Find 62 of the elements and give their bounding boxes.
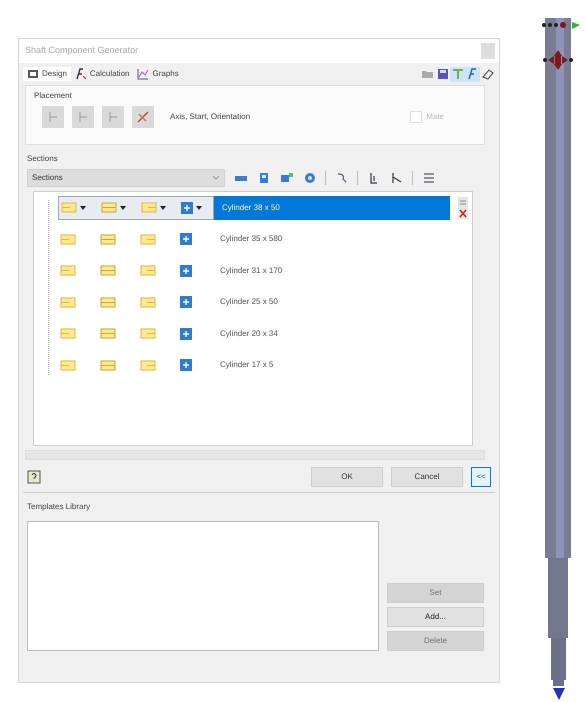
placement-summary: Axis, Start, Orientation bbox=[170, 111, 250, 123]
caret-icon[interactable] bbox=[196, 204, 202, 211]
orientation-button[interactable] bbox=[102, 106, 124, 128]
caret-icon[interactable] bbox=[80, 204, 86, 211]
section-frame-icon[interactable] bbox=[100, 358, 116, 372]
section-frame-icon[interactable] bbox=[60, 296, 76, 309]
flip-button[interactable] bbox=[132, 106, 154, 128]
section-frame-icon[interactable] bbox=[100, 327, 116, 340]
section-frame-icon[interactable] bbox=[140, 296, 156, 309]
list-icon[interactable] bbox=[421, 170, 436, 186]
shaft-drawing[interactable] bbox=[542, 18, 580, 700]
start-button[interactable] bbox=[72, 106, 94, 128]
plus-icon[interactable] bbox=[180, 328, 192, 340]
group-label: Templates Library bbox=[26, 501, 92, 513]
window-title: Shaft Component Generator bbox=[25, 44, 138, 58]
tab[interactable]: Design bbox=[23, 67, 71, 81]
dialog-button[interactable]: OK bbox=[311, 467, 383, 487]
caret-icon[interactable] bbox=[160, 204, 166, 211]
section-frame-icon[interactable] bbox=[140, 232, 156, 246]
section-frame-icon[interactable] bbox=[100, 232, 116, 246]
section-frame-icon[interactable] bbox=[140, 327, 156, 340]
plus-icon[interactable] bbox=[181, 202, 193, 214]
axis-button[interactable] bbox=[42, 106, 64, 128]
section-frame-icon[interactable] bbox=[100, 264, 116, 278]
dialog-button[interactable]: << bbox=[471, 467, 491, 487]
section-frame-icon[interactable] bbox=[60, 264, 76, 278]
group-label: Sections bbox=[26, 153, 59, 165]
section-frame-icon[interactable] bbox=[140, 264, 156, 278]
caret-icon[interactable] bbox=[120, 204, 126, 211]
section-frame-icon[interactable] bbox=[140, 358, 156, 372]
tab[interactable]: Calculation bbox=[70, 67, 134, 81]
help-icon[interactable] bbox=[27, 470, 41, 484]
section-item[interactable]: Cylinder 38 x 50 bbox=[214, 196, 450, 220]
chart-icon[interactable] bbox=[137, 68, 150, 80]
plus-icon[interactable] bbox=[180, 233, 192, 246]
section-item[interactable]: Cylinder 35 x 580 bbox=[212, 227, 282, 252]
table-icon[interactable] bbox=[27, 68, 39, 80]
sections-dropdown[interactable]: Sections bbox=[27, 169, 225, 187]
function-icon[interactable] bbox=[465, 66, 480, 82]
dialog-button[interactable]: Cancel bbox=[391, 467, 463, 487]
templates-list[interactable] bbox=[27, 521, 379, 651]
section-frame-icon[interactable] bbox=[60, 327, 76, 340]
disc-icon[interactable] bbox=[302, 170, 317, 186]
section-item[interactable]: Cylinder 31 x 170 bbox=[212, 258, 282, 283]
section-frame-icon[interactable] bbox=[60, 232, 76, 246]
plus-icon[interactable] bbox=[180, 264, 192, 277]
save-icon[interactable] bbox=[435, 66, 450, 82]
tab[interactable]: Graphs bbox=[133, 67, 183, 81]
section-item[interactable]: Cylinder 17 x 5 bbox=[212, 353, 274, 378]
formula-icon[interactable] bbox=[74, 68, 87, 80]
section-item[interactable]: Cylinder 20 x 34 bbox=[212, 322, 278, 346]
checkbox-label: Mate bbox=[426, 111, 444, 123]
delete-icon[interactable] bbox=[458, 196, 468, 219]
crossed-lines-icon[interactable] bbox=[136, 110, 150, 124]
section-frame-icon[interactable] bbox=[60, 358, 76, 372]
section-frame-icon[interactable] bbox=[100, 296, 116, 309]
library-button[interactable]: Add... bbox=[387, 607, 484, 627]
plus-icon[interactable] bbox=[180, 359, 192, 372]
section-item[interactable]: Cylinder 25 x 50 bbox=[212, 290, 278, 314]
group-label: Placement bbox=[33, 90, 73, 102]
eraser-icon[interactable] bbox=[480, 66, 495, 82]
plus-icon[interactable] bbox=[180, 296, 192, 308]
